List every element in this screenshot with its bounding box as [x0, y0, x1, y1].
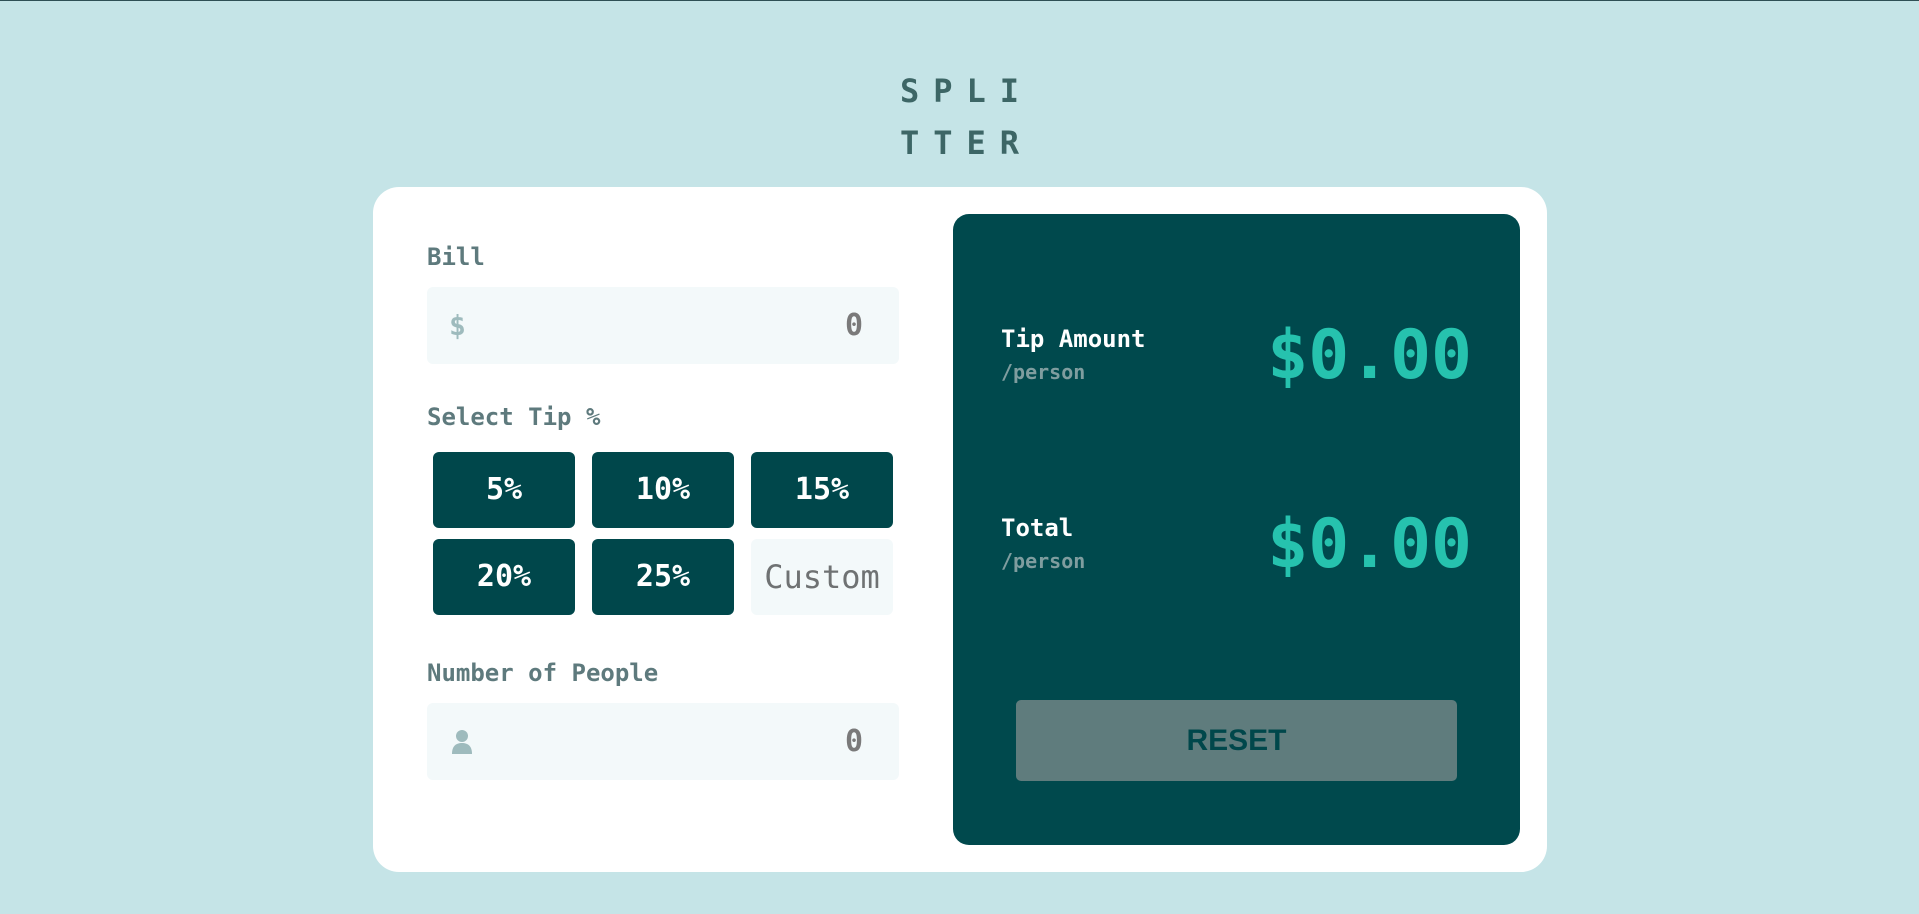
person-icon — [452, 730, 472, 754]
tip-amount-per-person-label: /person — [1001, 360, 1086, 384]
bill-label: Bill — [427, 243, 485, 271]
bill-input-value: 0 — [844, 308, 863, 343]
results-panel: Tip Amount /person $0.00 Total /person $… — [953, 214, 1520, 845]
tip-button-25[interactable]: 25% — [592, 539, 734, 615]
tip-button-15[interactable]: 15% — [751, 452, 893, 528]
calculator-card: Bill $ 0 Select Tip % 5% 10% 15% 20% 25%… — [373, 187, 1547, 872]
tip-button-5[interactable]: 5% — [433, 452, 575, 528]
custom-tip-input[interactable]: Custom — [751, 539, 893, 615]
tip-button-20[interactable]: 20% — [433, 539, 575, 615]
reset-button[interactable]: RESET — [1016, 700, 1457, 781]
tip-button-10[interactable]: 10% — [592, 452, 734, 528]
people-input-value: 0 — [844, 724, 863, 759]
total-value: $0.00 — [1267, 505, 1472, 584]
tip-amount-label: Tip Amount — [1001, 325, 1146, 353]
bill-input[interactable]: $ 0 — [427, 287, 899, 364]
logo-line-2: TTER — [899, 124, 1034, 162]
select-tip-label: Select Tip % — [427, 403, 601, 431]
dollar-icon: $ — [449, 309, 466, 342]
total-label: Total — [1001, 514, 1074, 542]
app-logo: SPLI TTER — [0, 65, 1919, 169]
people-input[interactable]: 0 — [427, 703, 899, 780]
tip-amount-value: $0.00 — [1267, 316, 1472, 395]
number-of-people-label: Number of People — [427, 659, 659, 687]
total-per-person-label: /person — [1001, 549, 1086, 573]
logo-line-1: SPLI — [899, 72, 1034, 110]
